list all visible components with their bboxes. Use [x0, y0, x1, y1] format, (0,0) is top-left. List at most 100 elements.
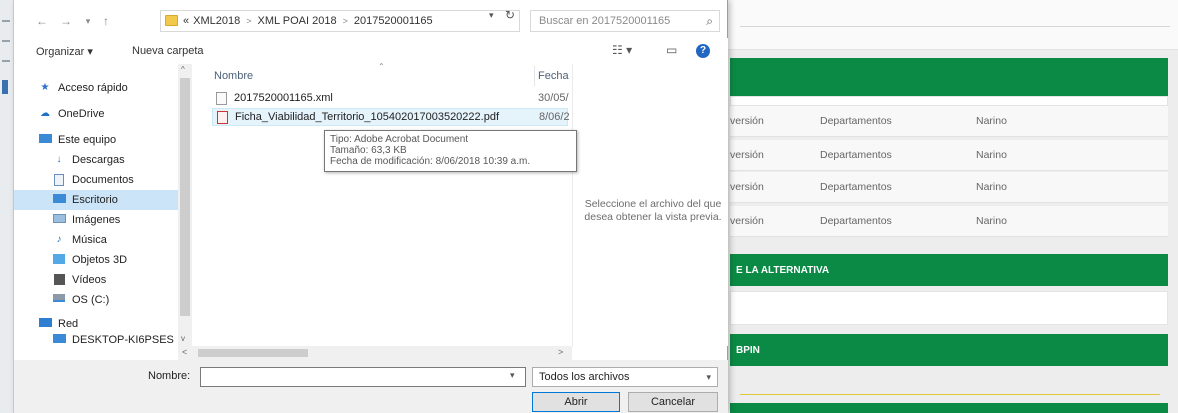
cloud-icon: ☁ — [40, 108, 50, 119]
drive-icon — [52, 294, 66, 306]
ruler-marker — [2, 80, 8, 94]
recent-dropdown-icon[interactable]: ▾ — [80, 13, 96, 29]
search-icon[interactable]: ⌕ — [706, 11, 713, 31]
nav-item-this-pc[interactable]: Este equipo — [14, 130, 180, 150]
dialog-footer: Nombre: ▾ Todos los archivos ▾ Abrir Can… — [14, 360, 728, 413]
file-name: 2017520001165.xml — [234, 92, 333, 104]
background-green-header — [730, 58, 1168, 96]
background-box — [730, 291, 1168, 325]
row-cell: versión — [730, 115, 764, 127]
back-arrow-icon[interactable]: ← — [34, 13, 50, 29]
desktop-icon — [52, 194, 66, 206]
background-table-row: versión Departamentos Narino — [730, 106, 1168, 137]
nav-item-videos[interactable]: Vídeos — [14, 270, 180, 290]
background-box — [730, 96, 1168, 106]
filename-dropdown-icon[interactable]: ▾ — [510, 370, 515, 381]
scroll-up-icon[interactable]: ^ — [181, 65, 185, 74]
breadcrumb-item[interactable]: XML2018 — [193, 15, 240, 27]
nav-item-3d-objects[interactable]: Objetos 3D — [14, 250, 180, 270]
toolbar: Organizar ▾ Nueva carpeta ☷ ▾ ▭ ? — [14, 38, 728, 64]
nav-item-label: Objetos 3D — [72, 254, 128, 266]
pdf-file-icon — [217, 111, 228, 124]
nav-item-music[interactable]: ♪ Música — [14, 230, 180, 250]
nav-item-label: Música — [72, 234, 107, 246]
nav-item-desktop[interactable]: Escritorio — [14, 190, 180, 210]
file-type-filter[interactable]: Todos los archivos ▾ — [532, 367, 718, 387]
breadcrumb-overflow[interactable]: « — [183, 15, 189, 27]
tooltip-modified: Fecha de modificación: 8/06/2018 10:39 a… — [330, 156, 531, 167]
breadcrumb-item[interactable]: XML POAI 2018 — [257, 15, 336, 27]
scroll-right-icon[interactable]: > — [558, 347, 563, 357]
section-title: BPIN — [736, 344, 760, 356]
folder-icon — [165, 15, 178, 26]
nav-item-label: Descargas — [72, 154, 125, 166]
row-cell: Narino — [976, 115, 1007, 127]
file-name: Ficha_Viabilidad_Territorio_105402017003… — [235, 111, 500, 123]
row-cell: Departamentos — [820, 181, 892, 193]
file-list-hscrollbar[interactable]: < > — [178, 346, 572, 360]
nav-pane-scrollbar[interactable]: ^ v — [178, 64, 192, 346]
column-divider[interactable] — [534, 66, 535, 86]
scroll-down-icon[interactable]: v — [181, 334, 185, 343]
background-section-alternativa: E LA ALTERNATIVA — [730, 254, 1168, 286]
background-table-row: versión Departamentos Narino — [730, 206, 1168, 237]
organize-button[interactable]: Organizar ▾ — [36, 45, 93, 58]
document-icon — [52, 174, 66, 186]
xml-file-icon — [216, 92, 227, 105]
help-icon[interactable]: ? — [696, 44, 710, 58]
cancel-button[interactable]: Cancelar — [628, 392, 718, 412]
scrollbar-thumb[interactable] — [198, 349, 308, 357]
background-section-bpin: BPIN — [730, 334, 1168, 366]
row-cell: Narino — [976, 149, 1007, 161]
document-ruler — [0, 0, 14, 413]
background-divider — [740, 394, 1160, 395]
background-green-header — [730, 403, 1168, 413]
music-icon: ♪ — [56, 234, 62, 245]
file-tooltip: Tipo: Adobe Acrobat Document Tamaño: 63,… — [324, 130, 577, 172]
nav-item-downloads[interactable]: ↓ Descargas — [14, 150, 180, 170]
address-dropdown-icon[interactable]: ▾ — [489, 10, 494, 21]
row-cell: Narino — [976, 181, 1007, 193]
nav-item-quick-access[interactable]: ★ Acceso rápido — [14, 78, 180, 98]
scroll-left-icon[interactable]: < — [182, 347, 187, 357]
breadcrumb-item[interactable]: 2017520001165 — [354, 15, 433, 27]
tooltip-size: Tamaño: 63,3 KB — [330, 145, 407, 156]
open-button[interactable]: Abrir — [532, 392, 620, 412]
star-icon: ★ — [40, 82, 50, 93]
row-cell: versión — [730, 149, 764, 161]
file-row-pdf[interactable]: Ficha_Viabilidad_Territorio_105402017003… — [212, 108, 570, 126]
filename-label: Nombre: — [148, 370, 191, 382]
file-row-xml[interactable]: 2017520001165.xml 30/05/ — [212, 90, 569, 108]
nav-item-desktop-pc[interactable]: DESKTOP-KI6PSES — [14, 330, 180, 350]
search-input[interactable]: Buscar en 2017520001165 ⌕ — [530, 10, 720, 32]
forward-arrow-icon[interactable]: → — [58, 13, 74, 29]
search-placeholder: Buscar en 2017520001165 — [539, 15, 671, 27]
column-header-date[interactable]: Fecha — [538, 70, 569, 82]
chevron-down-icon[interactable]: ▾ — [706, 372, 711, 383]
nav-item-label: Vídeos — [72, 274, 107, 286]
preview-pane: Seleccione el archivo del que desea obte… — [572, 64, 728, 346]
cube-icon — [52, 254, 66, 266]
background-table-row: versión Departamentos Narino — [730, 172, 1168, 203]
view-options-icon[interactable]: ☷ ▾ — [612, 43, 632, 57]
address-bar[interactable]: « XML2018 > XML POAI 2018 > 201752000116… — [160, 10, 520, 32]
row-cell: Departamentos — [820, 115, 892, 127]
up-arrow-icon[interactable]: ↑ — [98, 13, 114, 29]
nav-item-documents[interactable]: Documentos — [14, 170, 180, 190]
nav-item-label: OS (C:) — [72, 294, 110, 306]
row-cell: Narino — [976, 215, 1007, 227]
filename-input[interactable] — [200, 367, 526, 387]
background-header-line — [740, 26, 1170, 27]
nav-item-images[interactable]: Imágenes — [14, 210, 180, 230]
column-header-name[interactable]: Nombre — [214, 70, 253, 82]
file-date: 8/06/2 — [539, 111, 570, 123]
refresh-icon[interactable]: ↻ — [505, 8, 515, 22]
new-folder-button[interactable]: Nueva carpeta — [132, 45, 204, 57]
scrollbar-thumb[interactable] — [180, 78, 190, 316]
navigation-row: ← → ▾ ↑ « XML2018 > XML POAI 2018 > 2017… — [14, 6, 728, 36]
nav-item-onedrive[interactable]: ☁ OneDrive — [14, 104, 180, 124]
nav-item-label: Acceso rápido — [58, 82, 128, 94]
preview-message: Seleccione el archivo del que desea obte… — [584, 198, 722, 223]
nav-item-os-drive[interactable]: OS (C:) — [14, 290, 180, 310]
preview-pane-icon[interactable]: ▭ — [666, 43, 677, 57]
